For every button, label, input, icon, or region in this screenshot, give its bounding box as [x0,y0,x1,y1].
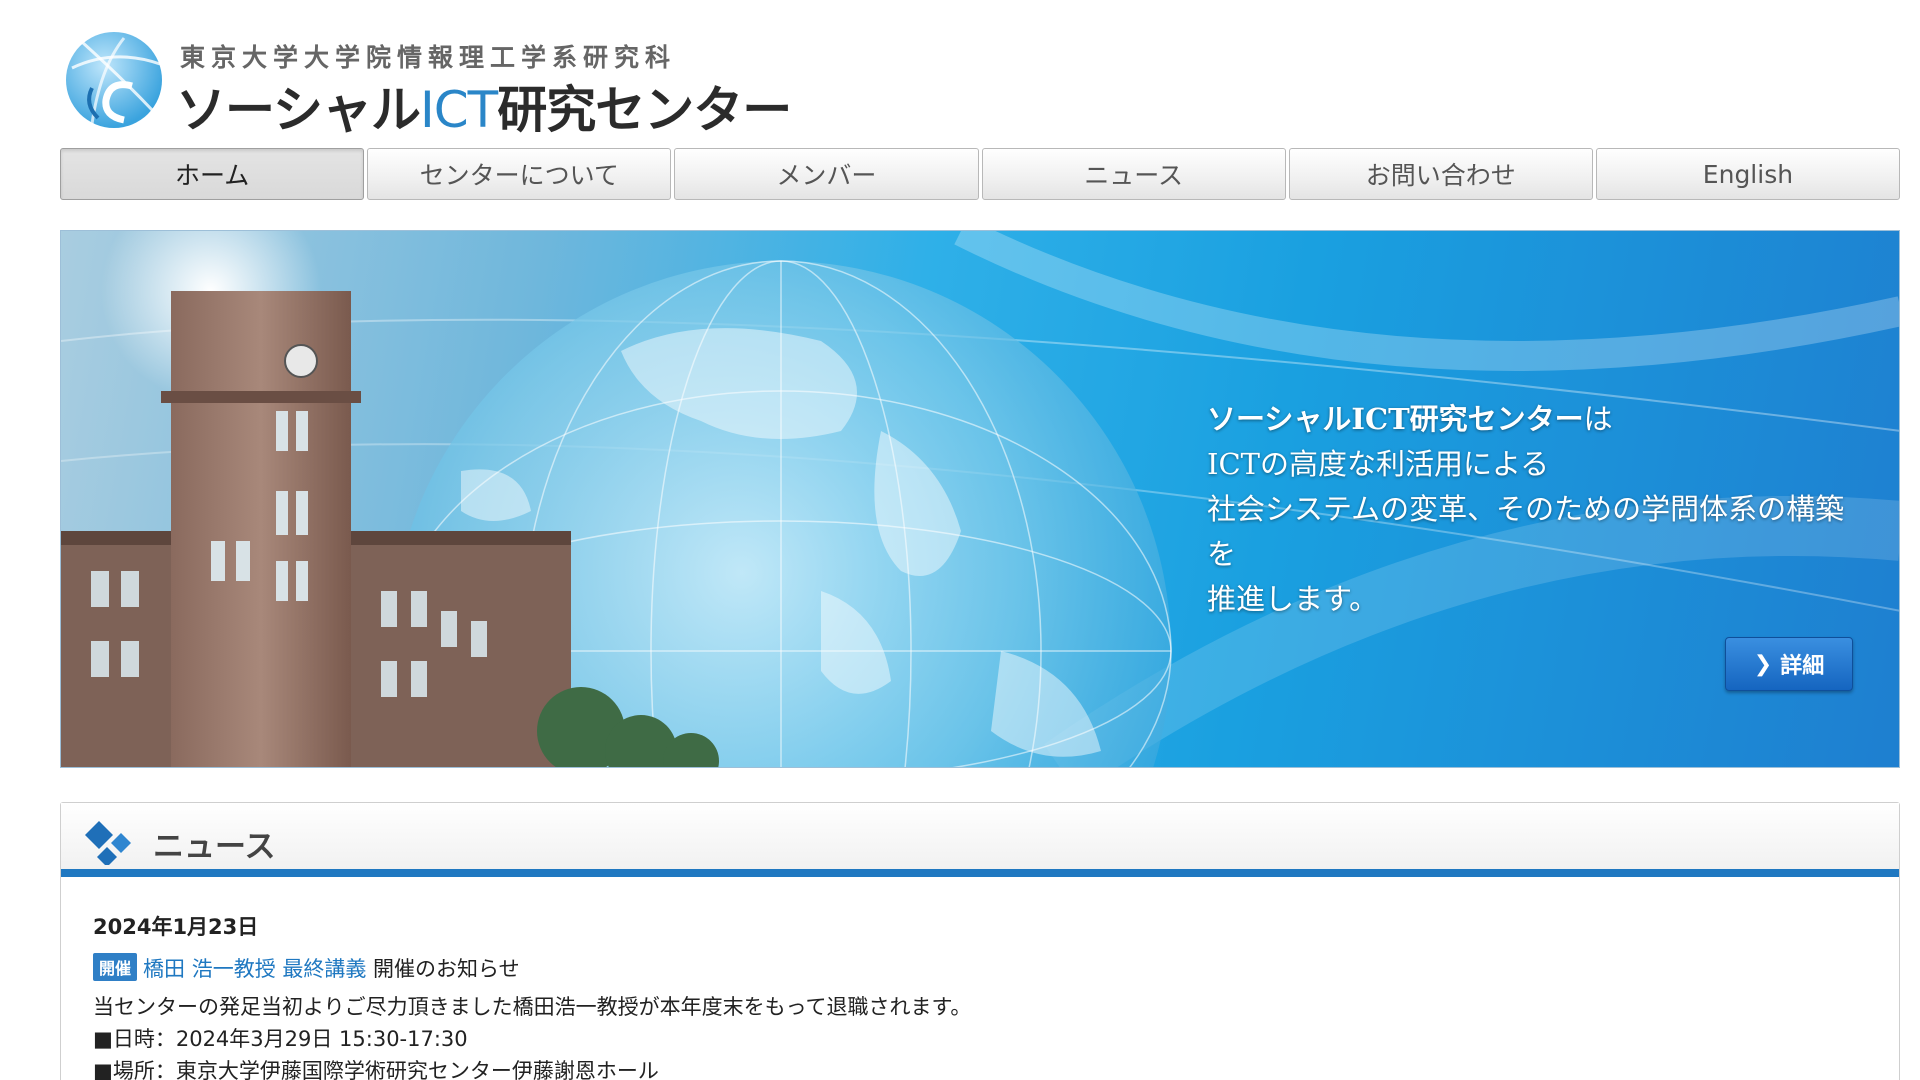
news-location: ■場所：東京大学伊藤国際学術研究センター伊藤謝恩ホール [93,1059,659,1080]
hero-line-1-bold: ソーシャルICT研究センター [1207,402,1584,436]
news-headline: 開催 橋田 浩一教授 最終講義 開催のお知らせ [93,953,1867,983]
status-badge: 開催 [93,953,138,981]
nav-members[interactable]: メンバー [674,148,979,200]
news-list: 2024年1月23日 開催 橋田 浩一教授 最終講義 開催のお知らせ 当センターの… [61,877,1899,1080]
site-header: 東京大学大学院情報理工学系研究科 ソーシャルICT研究センター [62,24,792,139]
main-nav: ホーム センターについて メンバー ニュース お問い合わせ English [60,148,1901,200]
chevron-right-icon: ❯ [1753,651,1773,677]
news-description: 当センターの発足当初よりご尽力頂きました橋田浩一教授が本年度末をもって退職されま… [93,995,972,1019]
hero-banner: ソーシャルICT研究センターは ICTの高度な利活用による 社会システムの変革、… [60,230,1900,768]
logo-subtitle: 東京大学大学院情報理工学系研究科 [180,43,677,72]
news-link[interactable]: 橋田 浩一教授 最終講義 [143,957,366,981]
hero-line-5: 推進します。 [1207,582,1379,616]
news-header: ニュース [61,803,1899,877]
nav-news[interactable]: ニュース [981,148,1286,200]
news-panel: ニュース 2024年1月23日 開催 橋田 浩一教授 最終講義 開催のお知らせ 当… [60,802,1900,1080]
detail-button-label: 詳細 [1780,654,1825,679]
news-date: 2024年1月23日 [93,915,259,939]
news-datetime: ■日時：2024年3月29日 15:30-17:30 [93,1027,468,1051]
hero-message: ソーシャルICT研究センターは ICTの高度な利活用による 社会システムの変革、… [1207,397,1887,622]
logo-title-part2: 研究センター [497,81,792,139]
logo-globe-icon[interactable] [62,28,166,132]
diamonds-icon [85,821,131,865]
hero-line-1-rest: は [1583,402,1613,436]
nav-home[interactable]: ホーム [60,148,365,200]
news-title-rest: 開催のお知らせ [366,957,520,981]
logo-title[interactable]: ソーシャルICT研究センター [176,70,792,142]
logo-title-ict: ICT [420,81,498,139]
nav-about[interactable]: センターについて [367,148,672,200]
hero-line-1: ソーシャルICT研究センターは [1207,397,1887,442]
nav-contact[interactable]: お問い合わせ [1288,148,1593,200]
logo-title-part1: ソーシャル [176,81,421,139]
hero-line-3: 社会システムの変革、そのための学問体系の構築 [1207,492,1845,526]
hero-line-2: ICTの高度な利活用による [1207,447,1550,481]
news-title: ニュース [153,829,276,865]
detail-button[interactable]: ❯ 詳細 [1725,637,1853,691]
nav-english[interactable]: English [1595,148,1901,200]
hero-line-4: を [1207,537,1237,571]
